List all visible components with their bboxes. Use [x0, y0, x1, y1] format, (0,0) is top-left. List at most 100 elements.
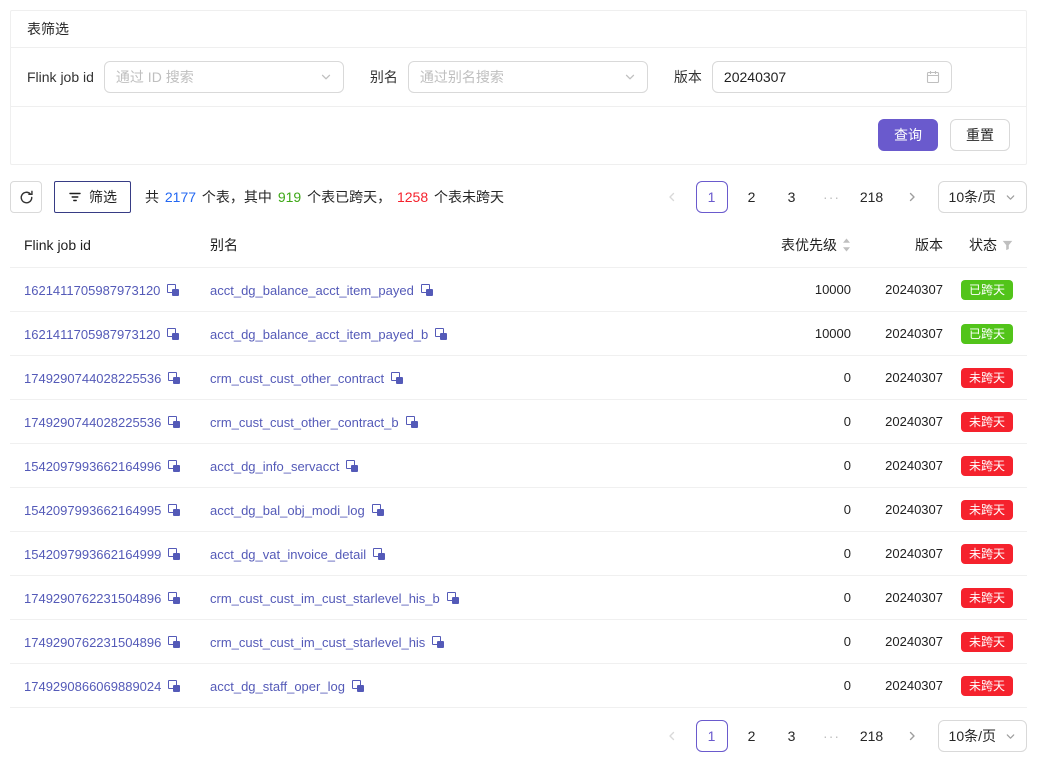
copy-icon[interactable]	[168, 592, 180, 604]
priority-cell: 0	[721, 414, 851, 429]
page-button[interactable]: 3	[776, 720, 808, 752]
summary-text-segment: 个表，其中	[198, 189, 276, 205]
copy-icon[interactable]	[352, 680, 364, 692]
copy-icon[interactable]	[167, 328, 179, 340]
bottom-pagination-bar: 1 2 3 ··· 218 10条/页	[10, 720, 1027, 762]
priority-cell: 0	[721, 634, 851, 649]
version-cell: 20240307	[851, 502, 943, 517]
status-badge: 未跨天	[961, 412, 1013, 432]
flink-job-id-link[interactable]: 1621411705987973120	[24, 327, 160, 342]
reset-button[interactable]: 重置	[950, 119, 1010, 151]
alias-link[interactable]: acct_dg_balance_acct_item_payed_b	[210, 327, 428, 342]
status-badge: 未跨天	[961, 544, 1013, 564]
alias-select[interactable]: 通过别名搜索	[408, 61, 648, 93]
table-row: 1542097993662164996 acct_dg_info_servacc…	[10, 444, 1027, 488]
copy-icon[interactable]	[168, 636, 180, 648]
flink-job-id-link[interactable]: 1749290744028225536	[24, 415, 161, 430]
column-status-label: 状态	[969, 235, 997, 255]
flink-job-id-link[interactable]: 1749290744028225536	[24, 371, 161, 386]
alias-link[interactable]: crm_cust_cust_im_cust_starlevel_his	[210, 635, 425, 650]
page-size-select[interactable]: 10条/页	[938, 181, 1027, 213]
flink-job-id-link[interactable]: 1749290866069889024	[24, 679, 161, 694]
copy-icon[interactable]	[372, 504, 384, 516]
copy-icon[interactable]	[346, 460, 358, 472]
column-status-header[interactable]: 状态	[943, 235, 1013, 255]
sort-icon[interactable]	[842, 238, 851, 252]
copy-icon[interactable]	[168, 504, 180, 516]
page-button[interactable]: 3	[776, 181, 808, 213]
page-size-select[interactable]: 10条/页	[938, 720, 1027, 752]
next-page-button[interactable]	[896, 720, 928, 752]
page-button[interactable]: 218	[856, 720, 888, 752]
prev-page-button[interactable]	[656, 181, 688, 213]
alias-link[interactable]: acct_dg_balance_acct_item_payed	[210, 283, 414, 298]
page-size-value: 10条/页	[949, 187, 996, 207]
copy-icon[interactable]	[168, 548, 180, 560]
alias-link[interactable]: crm_cust_cust_im_cust_starlevel_his_b	[210, 591, 440, 606]
table-summary: 共 2177 个表，其中 919 个表已跨天， 1258 个表未跨天	[145, 187, 656, 207]
chevron-down-icon	[624, 71, 636, 83]
copy-icon[interactable]	[447, 592, 459, 604]
copy-icon[interactable]	[167, 284, 179, 296]
version-cell: 20240307	[851, 326, 943, 341]
priority-cell: 0	[721, 546, 851, 561]
alias-link[interactable]: acct_dg_staff_oper_log	[210, 679, 345, 694]
alias-link[interactable]: acct_dg_info_servacct	[210, 459, 339, 474]
copy-icon[interactable]	[168, 460, 180, 472]
page-button[interactable]: 218	[856, 181, 888, 213]
copy-icon[interactable]	[435, 328, 447, 340]
refresh-icon	[19, 190, 34, 205]
copy-icon[interactable]	[406, 416, 418, 428]
page-button-active[interactable]: 1	[696, 181, 728, 213]
version-cell: 20240307	[851, 546, 943, 561]
table-toolbar: 筛选 共 2177 个表，其中 919 个表已跨天， 1258 个表未跨天 1 …	[10, 181, 1027, 213]
flink-job-id-link[interactable]: 1542097993662164999	[24, 547, 161, 562]
version-date-input[interactable]: 20240307	[712, 61, 952, 93]
flink-job-id-link[interactable]: 1542097993662164996	[24, 459, 161, 474]
table-header-row: Flink job id 别名 表优先级 版本 状态	[10, 223, 1027, 268]
filter-fields-row: Flink job id 通过 ID 搜索 别名 通过别名搜索 版本 20240…	[11, 48, 1026, 106]
table-row: 1749290866069889024 acct_dg_staff_oper_l…	[10, 664, 1027, 708]
page-button-active[interactable]: 1	[696, 720, 728, 752]
copy-icon[interactable]	[421, 284, 433, 296]
page-ellipsis[interactable]: ···	[816, 181, 848, 213]
alias-link[interactable]: crm_cust_cust_other_contract	[210, 371, 384, 386]
refresh-button[interactable]	[10, 181, 42, 213]
page-button[interactable]: 2	[736, 181, 768, 213]
filter-actions-row: 查询 重置	[11, 107, 1026, 164]
column-priority-header[interactable]: 表优先级	[721, 235, 851, 255]
page-button[interactable]: 2	[736, 720, 768, 752]
next-page-button[interactable]	[896, 181, 928, 213]
flink-job-id-link[interactable]: 1749290762231504896	[24, 635, 161, 650]
table-row: 1542097993662164999 acct_dg_vat_invoice_…	[10, 532, 1027, 576]
filter-button[interactable]: 筛选	[54, 181, 131, 213]
copy-icon[interactable]	[432, 636, 444, 648]
version-cell: 20240307	[851, 458, 943, 473]
version-label: 版本	[674, 67, 702, 87]
column-filter-icon[interactable]	[1002, 240, 1013, 251]
flink-job-id-link[interactable]: 1542097993662164995	[24, 503, 161, 518]
copy-icon[interactable]	[373, 548, 385, 560]
flink-job-id-link[interactable]: 1749290762231504896	[24, 591, 161, 606]
prev-page-button[interactable]	[656, 720, 688, 752]
copy-icon[interactable]	[168, 416, 180, 428]
query-button[interactable]: 查询	[878, 119, 938, 151]
flink-job-id-link[interactable]: 1621411705987973120	[24, 283, 160, 298]
copy-icon[interactable]	[168, 680, 180, 692]
priority-cell: 0	[721, 502, 851, 517]
column-alias-header: 别名	[210, 235, 721, 255]
priority-cell: 0	[721, 458, 851, 473]
priority-cell: 10000	[721, 282, 851, 297]
table-row: 1542097993662164995 acct_dg_bal_obj_modi…	[10, 488, 1027, 532]
chevron-down-icon	[1005, 731, 1016, 742]
flink-job-id-label: Flink job id	[27, 69, 94, 85]
status-badge: 未跨天	[961, 368, 1013, 388]
copy-icon[interactable]	[168, 372, 180, 384]
alias-link[interactable]: crm_cust_cust_other_contract_b	[210, 415, 399, 430]
filter-icon	[68, 190, 82, 204]
alias-link[interactable]: acct_dg_bal_obj_modi_log	[210, 503, 365, 518]
flink-job-id-select[interactable]: 通过 ID 搜索	[104, 61, 344, 93]
alias-link[interactable]: acct_dg_vat_invoice_detail	[210, 547, 366, 562]
page-ellipsis[interactable]: ···	[816, 720, 848, 752]
copy-icon[interactable]	[391, 372, 403, 384]
